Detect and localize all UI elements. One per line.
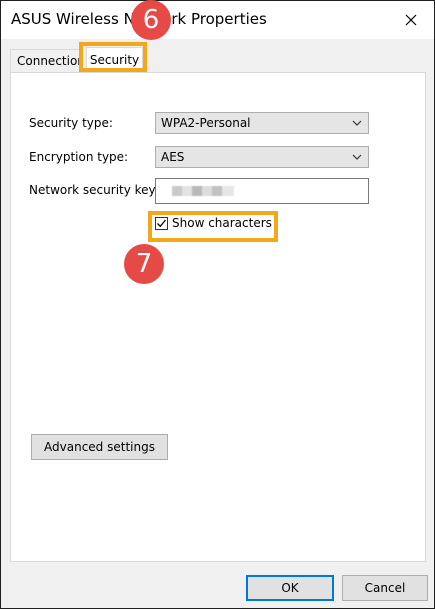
show-characters-row[interactable]: Show characters <box>155 213 272 233</box>
encryption-type-value: AES <box>161 150 185 164</box>
check-icon <box>157 219 167 227</box>
security-tab-panel: Security type: WPA2-Personal Encryption … <box>10 72 426 562</box>
ok-button[interactable]: OK <box>246 575 334 601</box>
step-badge-7: 7 <box>124 244 164 284</box>
tab-strip: Connection Security <box>1 39 434 73</box>
show-characters-label: Show characters <box>172 216 272 230</box>
encryption-type-select[interactable]: AES <box>155 146 369 168</box>
show-characters-checkbox[interactable] <box>155 216 168 230</box>
advanced-settings-button[interactable]: Advanced settings <box>31 434 168 460</box>
security-type-value: WPA2-Personal <box>161 116 251 130</box>
close-button[interactable] <box>388 1 434 39</box>
tab-connection[interactable]: Connection <box>10 49 82 72</box>
encryption-type-label: Encryption type: <box>29 150 129 164</box>
chevron-down-icon <box>352 154 362 160</box>
title-bar: ASUS Wireless Network Properties <box>1 1 434 39</box>
step-badge-6: 6 <box>131 0 171 40</box>
security-type-select[interactable]: WPA2-Personal <box>155 112 369 134</box>
network-key-input[interactable] <box>155 178 369 204</box>
security-type-label: Security type: <box>29 116 113 130</box>
chevron-down-icon <box>352 120 362 126</box>
tab-security[interactable]: Security <box>86 47 143 72</box>
obscured-key-value <box>172 186 234 196</box>
cancel-button[interactable]: Cancel <box>342 575 428 601</box>
properties-dialog: ASUS Wireless Network Properties Connect… <box>0 0 435 609</box>
network-key-label: Network security key <box>29 183 156 197</box>
close-icon <box>405 14 417 26</box>
